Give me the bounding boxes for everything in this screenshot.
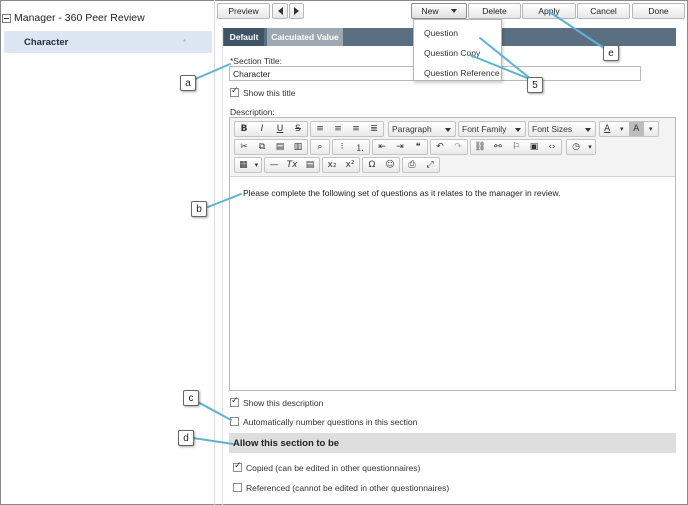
callout-line-5b bbox=[469, 54, 533, 81]
callout-b: b bbox=[191, 201, 207, 217]
callout-line-a bbox=[192, 63, 231, 81]
callout-c: c bbox=[183, 390, 199, 406]
callout-lines bbox=[192, 10, 608, 445]
callout-line-e bbox=[547, 10, 608, 51]
callout-e: e bbox=[603, 45, 619, 61]
callout-line-d bbox=[192, 437, 234, 445]
callout-d: d bbox=[178, 430, 194, 446]
callout-5: 5 bbox=[527, 77, 543, 93]
callout-a: a bbox=[180, 75, 196, 91]
callout-line-5a bbox=[479, 37, 533, 81]
callout-line-c bbox=[195, 400, 232, 421]
callout-line-b bbox=[207, 193, 242, 208]
